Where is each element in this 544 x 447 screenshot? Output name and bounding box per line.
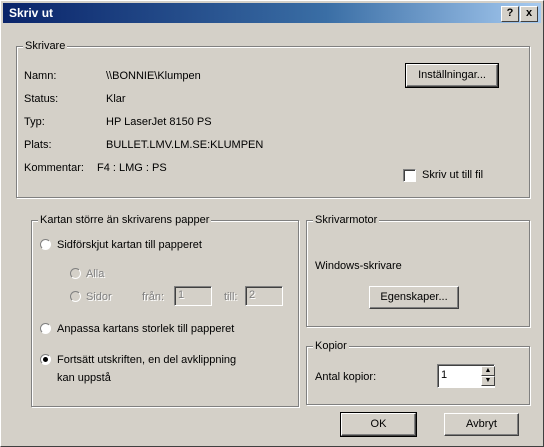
to-label: till: bbox=[224, 291, 238, 303]
type-value: HP LaserJet 8150 PS bbox=[106, 116, 212, 128]
name-value: \\BONNIE\Klumpen bbox=[106, 70, 201, 82]
settings-button[interactable]: Inställningar... bbox=[405, 63, 499, 88]
location-value: BULLET.LMV.LM.SE:KLUMPEN bbox=[106, 139, 264, 151]
from-label: från: bbox=[142, 291, 165, 303]
radio-selected-dot bbox=[43, 357, 48, 362]
engine-value: Windows-skrivare bbox=[315, 260, 402, 272]
ok-button[interactable]: OK bbox=[340, 412, 417, 437]
fit-map-radio[interactable] bbox=[40, 323, 51, 334]
spin-up-icon[interactable]: ▲ bbox=[481, 366, 495, 376]
type-label: Typ: bbox=[24, 116, 45, 128]
help-icon[interactable]: ? bbox=[501, 6, 519, 22]
close-icon[interactable]: x bbox=[520, 6, 538, 22]
engine-group-label: Skrivarmotor bbox=[313, 214, 380, 227]
comment-label: Kommentar: bbox=[24, 162, 84, 174]
printer-group-label: Skrivare bbox=[23, 40, 68, 53]
page-range-radio[interactable] bbox=[70, 291, 81, 302]
title-bar[interactable]: Skriv ut ? x bbox=[3, 3, 541, 23]
all-pages-label: Alla bbox=[86, 268, 105, 280]
from-page-field[interactable]: 1 bbox=[174, 286, 212, 306]
spin-down-icon[interactable]: ▼ bbox=[481, 376, 495, 386]
fit-map-label: Anpassa kartans storlek till papperet bbox=[57, 323, 235, 335]
paper-group: Kartan större än skrivarens papper Sidfö… bbox=[31, 214, 299, 407]
shift-map-radio[interactable] bbox=[40, 239, 51, 250]
name-label: Namn: bbox=[24, 70, 57, 82]
status-label: Status: bbox=[24, 93, 59, 105]
all-pages-radio[interactable] bbox=[70, 268, 81, 279]
copies-group: Kopior Antal kopior: 1 ▲ ▼ bbox=[306, 340, 530, 405]
cancel-button[interactable]: Avbryt bbox=[444, 413, 519, 436]
continue-print-label-line2: kan uppstå bbox=[57, 372, 111, 384]
print-to-file-checkbox[interactable] bbox=[403, 169, 416, 182]
status-value: Klar bbox=[106, 93, 126, 105]
shift-map-label: Sidförskjut kartan till papperet bbox=[57, 239, 202, 251]
print-to-file-label: Skriv ut till fil bbox=[422, 169, 484, 181]
copies-count-label: Antal kopior: bbox=[315, 371, 377, 383]
to-page-field[interactable]: 2 bbox=[245, 286, 283, 306]
location-label: Plats: bbox=[24, 139, 52, 151]
engine-group: Skrivarmotor Windows-skrivare Egenskaper… bbox=[306, 214, 530, 327]
page-range-label: Sidor bbox=[86, 291, 112, 303]
printer-group: Skrivare Namn: \\BONNIE\Klumpen Status: … bbox=[16, 40, 530, 198]
continue-print-radio[interactable] bbox=[40, 354, 51, 365]
properties-button[interactable]: Egenskaper... bbox=[369, 286, 459, 309]
comment-value: F4 : LMG : PS bbox=[97, 162, 167, 174]
print-dialog: Skriv ut ? x Skrivare Namn: \\BONNIE\Klu… bbox=[0, 0, 544, 447]
window-title: Skriv ut bbox=[9, 6, 54, 20]
continue-print-label-line1: Fortsätt utskriften, en del avklippning bbox=[57, 354, 237, 366]
copies-group-label: Kopior bbox=[313, 340, 349, 353]
paper-group-label: Kartan större än skrivarens papper bbox=[38, 214, 212, 227]
